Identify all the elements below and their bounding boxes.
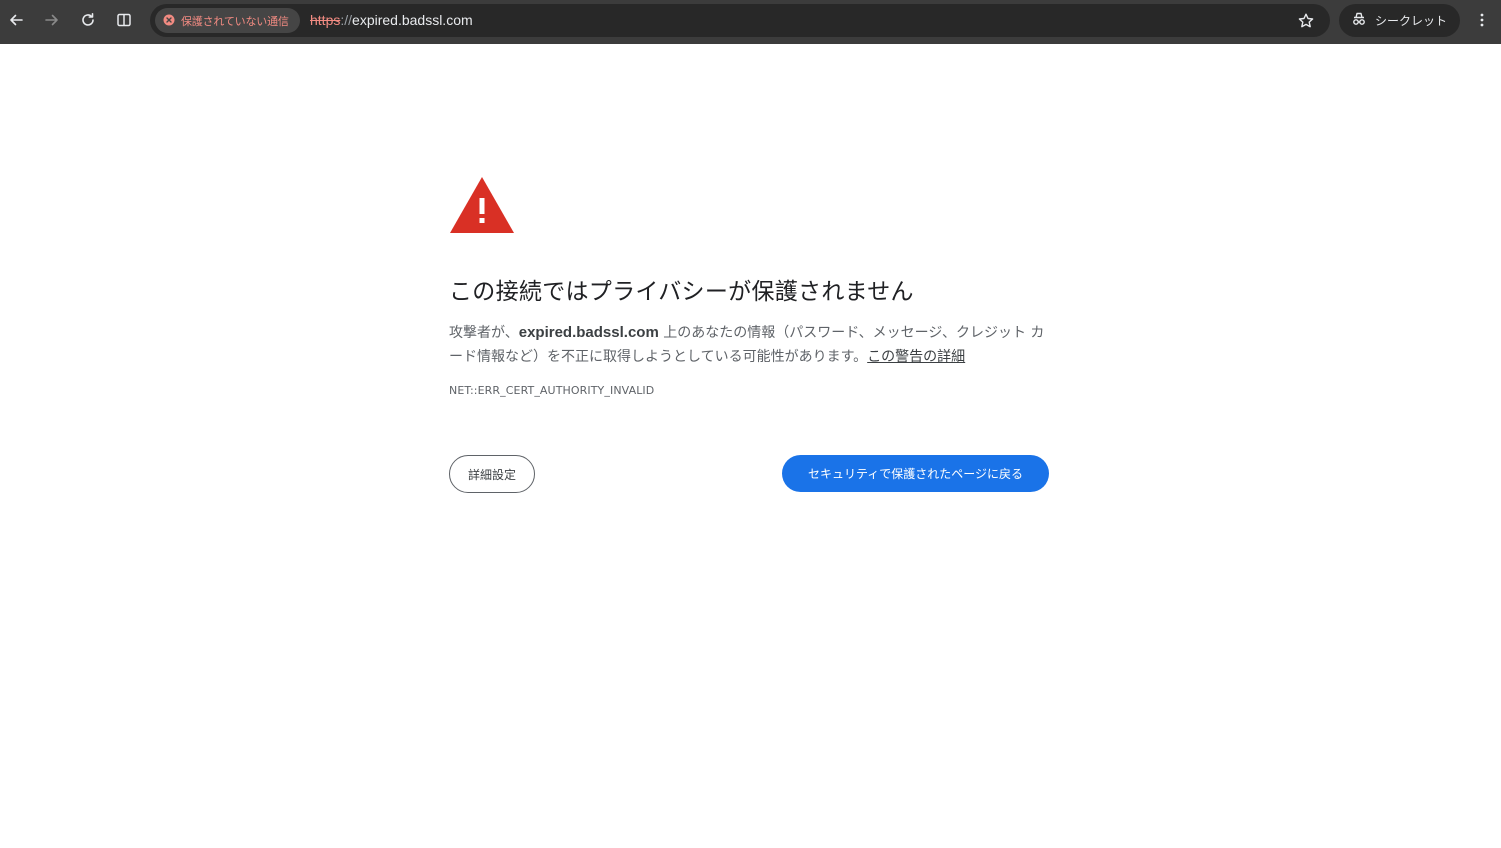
incognito-chip[interactable]: シークレット (1339, 4, 1460, 37)
page-title: この接続ではプライバシーが保護されません (449, 279, 914, 305)
warning-triangle-icon (449, 176, 515, 234)
url-host: expired.badssl.com (352, 12, 473, 28)
error-code: NET::ERR_CERT_AUTHORITY_INVALID (449, 384, 655, 397)
advanced-button[interactable]: 詳細設定 (449, 455, 535, 493)
warning-description: 攻撃者が、expired.badssl.com 上のあなたの情報（パスワード、メ… (449, 321, 1049, 369)
description-host: expired.badssl.com (518, 324, 659, 341)
reload-button[interactable] (72, 6, 104, 34)
back-button[interactable] (0, 6, 32, 34)
arrow-right-icon (44, 12, 60, 28)
description-prefix: 攻撃者が、 (449, 325, 519, 341)
browser-toolbar: 保護されていない通信 https://expired.badssl.com シー… (0, 0, 1501, 44)
omnibox[interactable]: 保護されていない通信 https://expired.badssl.com (150, 4, 1330, 37)
incognito-label: シークレット (1375, 14, 1448, 28)
back-to-safety-button[interactable]: セキュリティで保護されたページに戻る (782, 455, 1049, 492)
menu-button[interactable] (1472, 8, 1492, 34)
arrow-left-icon (8, 12, 24, 28)
kebab-menu-icon (1480, 12, 1484, 31)
security-chip[interactable]: 保護されていない通信 (155, 8, 300, 33)
url-text[interactable]: https://expired.badssl.com (310, 12, 473, 28)
incognito-icon (1351, 11, 1367, 31)
learn-more-link[interactable]: この警告の詳細 (867, 349, 965, 365)
url-separator: :// (340, 12, 353, 28)
not-secure-icon (163, 11, 175, 30)
security-chip-label: 保護されていない通信 (181, 14, 289, 28)
reload-icon (80, 12, 96, 28)
url-scheme: https (310, 12, 341, 28)
forward-button[interactable] (36, 6, 68, 34)
bookmark-button[interactable] (1296, 11, 1316, 31)
split-view-button[interactable] (108, 6, 140, 34)
star-icon (1296, 13, 1316, 35)
split-view-icon (116, 12, 132, 28)
